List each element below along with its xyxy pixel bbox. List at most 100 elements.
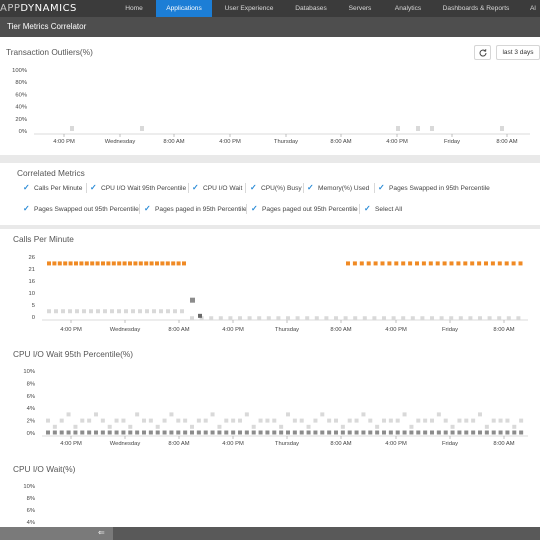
cpu-wait95-point bbox=[169, 412, 174, 417]
calls-point-low bbox=[382, 316, 386, 321]
cpu-wait95-point-zero bbox=[368, 430, 373, 435]
calls-point-low bbox=[138, 309, 142, 314]
nav-alerts[interactable]: Al bbox=[520, 0, 540, 17]
nav-servers[interactable]: Servers bbox=[336, 0, 384, 17]
y-tick-label: 16 bbox=[29, 279, 35, 285]
checkbox-pages-paged-out[interactable]: ✓ Pages paged out 95th Percentile bbox=[251, 203, 358, 215]
cpu-wait95-point-zero bbox=[155, 430, 160, 435]
cpu-wait95-point bbox=[231, 418, 236, 423]
appdynamics-logo[interactable]: APPDYNAMICS bbox=[0, 3, 77, 14]
window-title-bar: Tier Metrics Correlator bbox=[0, 17, 540, 37]
calls-point-low bbox=[420, 316, 425, 321]
checkbox-pages-swapped-out[interactable]: ✓ Pages Swapped out 95th Percentile bbox=[23, 203, 139, 215]
calls-point-high bbox=[387, 261, 392, 266]
calls-point-high bbox=[456, 261, 461, 266]
nav-databases[interactable]: Databases bbox=[286, 0, 336, 17]
cpu-wait95-point-zero bbox=[286, 430, 290, 435]
cpu-wait95-point bbox=[128, 424, 133, 429]
y-tick-label: 80% bbox=[15, 80, 27, 86]
checkbox-memory-used[interactable]: ✓ Memory(%) Used bbox=[307, 182, 369, 194]
calls-point-low bbox=[391, 316, 396, 321]
cpu-wait95-point-zero bbox=[258, 430, 263, 435]
y-tick-label: 8% bbox=[27, 381, 35, 387]
cpu-wait95-point-zero bbox=[299, 430, 304, 435]
check-icon: ✓ bbox=[378, 183, 385, 192]
cpu-wait95-point bbox=[498, 418, 503, 423]
check-icon: ✓ bbox=[90, 183, 97, 192]
calls-point-mid bbox=[198, 313, 202, 318]
cpu-wait95-point-zero bbox=[443, 430, 448, 435]
calls-point-low bbox=[305, 316, 310, 321]
x-tick-label: 8:00 AM bbox=[168, 441, 189, 447]
cpu-wait95-point-zero bbox=[519, 430, 524, 435]
cpu-wait95-point bbox=[388, 418, 393, 423]
calls-point-high bbox=[144, 261, 149, 266]
calls-point-high bbox=[449, 261, 454, 266]
nav-dashboards-reports[interactable]: Dashboards & Reports bbox=[432, 0, 520, 17]
x-tick-label: 8:00 AM bbox=[330, 327, 351, 333]
cpu-wait95-point-zero bbox=[135, 430, 140, 435]
calls-point-high bbox=[442, 261, 447, 266]
y-tick-label: 20% bbox=[15, 117, 27, 123]
calls-point-low bbox=[159, 309, 163, 314]
cpu-wait95-point bbox=[107, 424, 112, 429]
x-tick-label: 4:00 PM bbox=[385, 441, 407, 447]
collapse-panel[interactable] bbox=[0, 527, 113, 540]
cpu-wait95-point bbox=[430, 418, 434, 423]
calls-point-high bbox=[359, 261, 364, 266]
y-tick-label: 0% bbox=[27, 431, 35, 437]
calls-point-high bbox=[415, 261, 419, 266]
cpu-wait95-point-zero bbox=[361, 430, 366, 435]
check-icon: ✓ bbox=[250, 183, 257, 192]
checkbox-pages-swapped-in[interactable]: ✓ Pages Swapped in 95th Percentile bbox=[378, 182, 490, 194]
cpu-wait95-point-zero bbox=[505, 430, 510, 435]
nav-home[interactable]: Home bbox=[112, 0, 156, 17]
calls-point-high bbox=[504, 261, 509, 266]
cpu-wait95-point bbox=[450, 424, 455, 429]
checkbox-calls-per-minute[interactable]: ✓ Calls Per Minute bbox=[23, 182, 82, 194]
y-tick-label: 26 bbox=[29, 255, 35, 261]
y-tick-label: 10% bbox=[23, 484, 35, 490]
cpu-wait95-point bbox=[148, 418, 153, 423]
nav-analytics[interactable]: Analytics bbox=[384, 0, 432, 17]
check-icon: ✓ bbox=[23, 183, 30, 192]
checkbox-cpu-io-wait-95th[interactable]: ✓ CPU I/O Wait 95th Percentile bbox=[90, 182, 186, 194]
calls-point-low bbox=[190, 316, 194, 321]
calls-point-low bbox=[478, 316, 482, 321]
calls-point-low bbox=[372, 316, 377, 321]
calls-point-low bbox=[247, 316, 252, 321]
cpu-wait95-point-zero bbox=[210, 430, 215, 435]
x-tick-label: 8:00 AM bbox=[163, 139, 184, 145]
y-tick-label: 10 bbox=[29, 291, 35, 297]
checkbox-cpu-busy[interactable]: ✓ CPU(%) Busy bbox=[250, 182, 302, 194]
checkbox-cpu-io-wait[interactable]: ✓ CPU I/O Wait bbox=[192, 182, 242, 194]
checkbox-pages-paged-in[interactable]: ✓ Pages paged in 95th Percentile bbox=[144, 203, 247, 215]
outlier-bar bbox=[70, 126, 74, 131]
cpu-wait95-point bbox=[484, 424, 489, 429]
check-icon: ✓ bbox=[144, 204, 151, 213]
cpu-wait95-point bbox=[210, 412, 215, 417]
cpu-wait95-point-zero bbox=[512, 430, 517, 435]
cpu-wait95-point bbox=[416, 418, 421, 423]
cpu-wait95-point bbox=[251, 424, 256, 429]
arrow-left-icon[interactable]: ⇐ bbox=[98, 528, 105, 537]
nav-user-experience[interactable]: User Experience bbox=[212, 0, 286, 17]
calls-point-low bbox=[166, 309, 170, 314]
x-tick-label: Thursday bbox=[274, 139, 298, 145]
calls-point-low bbox=[54, 309, 58, 314]
nav-applications[interactable]: Applications bbox=[156, 0, 212, 17]
cpu-wait95-point-zero bbox=[409, 430, 414, 435]
cpu-wait95-point-zero bbox=[251, 430, 256, 435]
y-tick-label: 21 bbox=[29, 267, 35, 273]
correlated-metrics-panel: Correlated Metrics ✓ Calls Per Minute ✓ CP… bbox=[0, 163, 540, 225]
cpu-wait95-point bbox=[368, 418, 373, 423]
calls-point-high bbox=[394, 261, 399, 266]
calls-point-high bbox=[373, 261, 378, 266]
calls-point-high bbox=[128, 261, 132, 266]
checkbox-select-all[interactable]: ✓ Select All bbox=[364, 203, 402, 215]
outlier-bar bbox=[140, 126, 144, 131]
x-tick-label: 8:00 AM bbox=[496, 139, 517, 145]
cpu-wait95-point-zero bbox=[340, 430, 345, 435]
cpu-wait95-point bbox=[224, 418, 229, 423]
cpu-wait95-point bbox=[299, 418, 304, 423]
